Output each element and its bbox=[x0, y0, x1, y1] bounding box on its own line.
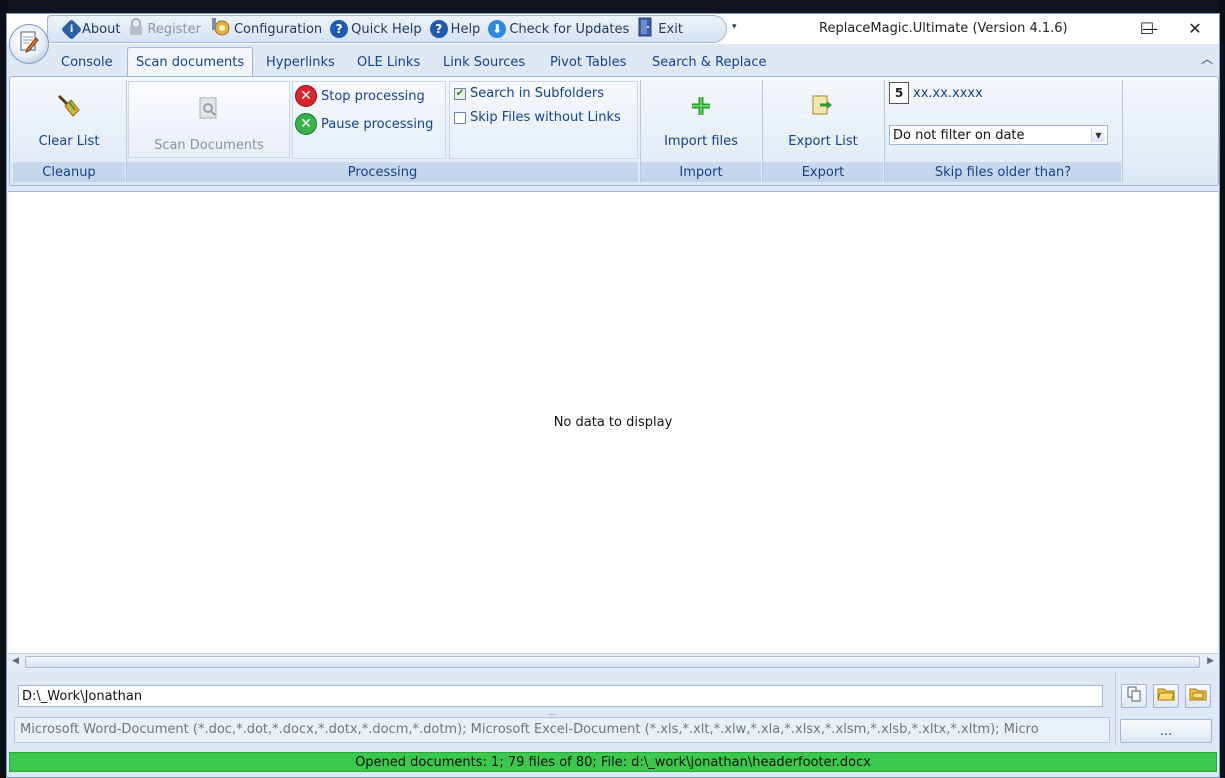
configuration-icon bbox=[209, 16, 231, 42]
scan-documents-label: Scan Documents bbox=[154, 138, 264, 153]
close-button[interactable]: ✕ bbox=[1172, 14, 1218, 42]
tab-pivot-tables[interactable]: Pivot Tables bbox=[542, 48, 634, 76]
folder-icon bbox=[1189, 686, 1207, 706]
open-folder-button[interactable] bbox=[1153, 684, 1179, 708]
export-list-button[interactable]: Export List bbox=[763, 80, 883, 160]
help-icon: ? bbox=[330, 20, 349, 38]
help-label: Help bbox=[450, 21, 481, 37]
skip-files-label: Skip Files without Links bbox=[470, 110, 621, 125]
skip-files-checkbox[interactable]: Skip Files without Links bbox=[454, 110, 621, 125]
pause-processing-label: Pause processing bbox=[321, 116, 434, 132]
quick-access-toolbar: i About Register Configuration ? Quick H… bbox=[47, 15, 727, 43]
scan-documents-button[interactable]: Scan Documents bbox=[128, 81, 290, 158]
configuration-button[interactable]: Configuration bbox=[209, 16, 322, 42]
checkbox-checked-icon: ✔ bbox=[454, 87, 466, 100]
help-icon: ? bbox=[429, 20, 448, 38]
export-list-label: Export List bbox=[788, 134, 858, 149]
scrollbar-thumb[interactable] bbox=[25, 656, 1200, 668]
group-cleanup: Clear List Cleanup bbox=[13, 80, 125, 182]
info-icon: i bbox=[60, 18, 83, 40]
horizontal-scrollbar[interactable]: ◀ ▶ bbox=[8, 653, 1218, 669]
ribbon: Clear List Cleanup Scan Documents ✕ Stop… bbox=[9, 76, 1219, 186]
group-import: Import files Import bbox=[641, 80, 761, 182]
clear-list-label: Clear List bbox=[38, 134, 100, 149]
title-bar: i About Register Configuration ? Quick H… bbox=[7, 14, 1219, 44]
stop-processing-label: Stop processing bbox=[321, 88, 425, 104]
date-picker-button[interactable]: 5 xx.xx.xxxx bbox=[889, 82, 983, 104]
scroll-left-icon[interactable]: ◀ bbox=[12, 656, 19, 666]
tab-link-sources[interactable]: Link Sources bbox=[435, 48, 533, 76]
download-icon: ⬇ bbox=[488, 20, 507, 38]
about-button[interactable]: i About bbox=[60, 18, 121, 40]
quick-help-label: Quick Help bbox=[351, 21, 422, 37]
folder-open-icon bbox=[1157, 686, 1175, 706]
status-bar: Opened documents: 1; 79 files of 80; Fil… bbox=[9, 752, 1217, 772]
ribbon-tab-row: Console Scan documents Hyperlinks OLE Li… bbox=[7, 44, 1219, 77]
empty-grid-message: No data to display bbox=[553, 415, 673, 430]
splitter-handle[interactable]: ...... bbox=[548, 709, 556, 717]
import-files-button[interactable]: Import files bbox=[641, 80, 761, 160]
maximize-button[interactable]: ☐ bbox=[1124, 14, 1170, 42]
quick-help-button[interactable]: ? Quick Help bbox=[330, 20, 422, 38]
broom-icon bbox=[55, 92, 83, 120]
group-label-export: Export bbox=[763, 162, 883, 182]
exit-door-icon bbox=[637, 17, 655, 41]
tab-ole-links[interactable]: OLE Links bbox=[349, 48, 428, 76]
group-export: Export List Export bbox=[763, 80, 883, 182]
import-files-label: Import files bbox=[664, 134, 738, 149]
chevron-down-icon: ▼ bbox=[1091, 128, 1105, 142]
export-document-icon bbox=[810, 92, 836, 120]
copy-icon bbox=[1126, 686, 1142, 706]
help-button[interactable]: ? Help bbox=[429, 20, 481, 38]
group-label-processing: Processing bbox=[127, 162, 638, 182]
browse-folder-button[interactable] bbox=[1185, 684, 1211, 708]
qat-customize-dropdown[interactable]: ▾ bbox=[732, 22, 737, 32]
check-updates-button[interactable]: ⬇ Check for Updates bbox=[488, 20, 629, 38]
lock-icon bbox=[128, 18, 144, 40]
window-title: ReplaceMagic.Ultimate (Version 4.1.6) bbox=[819, 21, 1068, 36]
register-button[interactable]: Register bbox=[128, 18, 201, 40]
pause-check-icon: ✕ bbox=[295, 113, 317, 135]
about-label: About bbox=[82, 21, 121, 37]
scan-document-icon bbox=[198, 94, 220, 122]
copy-path-button[interactable] bbox=[1121, 684, 1147, 708]
exit-button[interactable]: Exit bbox=[637, 17, 683, 41]
configuration-label: Configuration bbox=[233, 21, 323, 37]
scroll-right-icon[interactable]: ▶ bbox=[1207, 656, 1214, 666]
tab-console[interactable]: Console bbox=[53, 48, 121, 76]
clear-list-button[interactable]: Clear List bbox=[13, 80, 125, 160]
file-types-more-button[interactable]: ... bbox=[1120, 719, 1212, 743]
app-window: i About Register Configuration ? Quick H… bbox=[6, 13, 1220, 778]
panel-divider bbox=[1115, 672, 1116, 746]
bottom-panel: ...... Microsoft Word-Document (*.doc,*.… bbox=[8, 672, 1218, 746]
group-divider bbox=[1122, 80, 1123, 182]
exit-label: Exit bbox=[658, 21, 683, 37]
group-processing: Scan Documents ✕ Stop processing ✕ Pause… bbox=[127, 80, 638, 182]
group-label-cleanup: Cleanup bbox=[13, 162, 125, 182]
date-filter-select[interactable]: Do not filter on date ▼ bbox=[889, 125, 1108, 145]
file-type-filter[interactable]: Microsoft Word-Document (*.doc,*.dot,*.d… bbox=[14, 717, 1110, 743]
stop-processing-button[interactable]: ✕ Stop processing bbox=[295, 85, 425, 107]
calendar-icon: 5 bbox=[889, 82, 909, 104]
search-subfolders-label: Search in Subfolders bbox=[470, 86, 605, 101]
tab-search-replace[interactable]: Search & Replace bbox=[644, 48, 775, 76]
document-edit-icon bbox=[18, 30, 40, 58]
search-subfolders-checkbox[interactable]: ✔ Search in Subfolders bbox=[454, 86, 604, 101]
date-filter-value: Do not filter on date bbox=[893, 127, 1025, 143]
date-value: xx.xx.xxxx bbox=[913, 85, 983, 101]
group-label-import: Import bbox=[641, 162, 761, 182]
tab-hyperlinks[interactable]: Hyperlinks bbox=[258, 48, 343, 76]
plus-icon bbox=[689, 92, 713, 120]
tab-scan-documents[interactable]: Scan documents bbox=[127, 47, 254, 77]
check-updates-label: Check for Updates bbox=[509, 21, 630, 37]
stop-icon: ✕ bbox=[295, 85, 317, 107]
application-menu-button[interactable] bbox=[9, 24, 49, 64]
pause-processing-button[interactable]: ✕ Pause processing bbox=[295, 113, 433, 135]
register-label: Register bbox=[147, 21, 201, 37]
checkbox-unchecked-icon bbox=[454, 111, 466, 124]
ribbon-collapse-icon[interactable]: ︿ bbox=[1201, 50, 1213, 67]
documents-grid[interactable]: No data to display bbox=[8, 191, 1218, 653]
group-label-skip-older: Skip files older than? bbox=[885, 162, 1121, 182]
folder-path-input[interactable] bbox=[18, 685, 1103, 707]
